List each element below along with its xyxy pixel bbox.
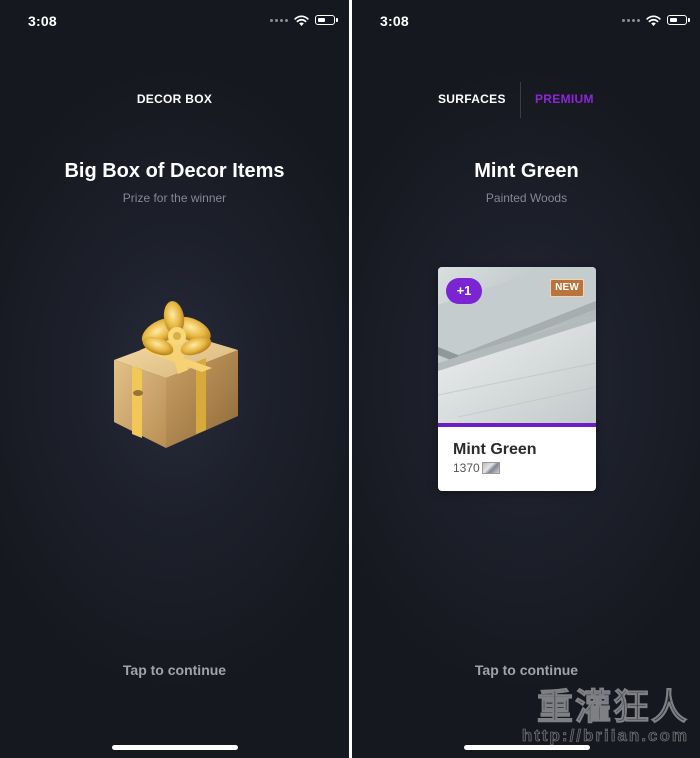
- item-subtitle: Painted Woods: [485, 191, 568, 205]
- item-card[interactable]: +1 NEW Mint Green 1370: [438, 267, 596, 491]
- decor-box-screen[interactable]: 3:08 DECOR BOX Big Box of Decor Items Pr…: [0, 0, 349, 758]
- signal-icon: [622, 18, 640, 22]
- premium-stripe: [438, 423, 596, 427]
- texture-swatch-icon: [481, 462, 500, 474]
- count-badge: +1: [446, 278, 482, 304]
- card-price: 1370: [453, 461, 500, 475]
- tab-surfaces[interactable]: SURFACES: [438, 92, 506, 106]
- category-tabs: SURFACES PREMIUM: [352, 82, 700, 118]
- tap-to-continue[interactable]: Tap to continue: [352, 662, 700, 678]
- home-indicator[interactable]: [112, 745, 238, 750]
- card-item-name: Mint Green: [453, 441, 537, 458]
- status-bar: 3:08: [0, 0, 349, 42]
- status-time: 3:08: [28, 13, 57, 29]
- tab-separator: [520, 82, 521, 118]
- tab-premium[interactable]: PREMIUM: [535, 92, 594, 106]
- watermark-text: 重灌狂人: [536, 686, 689, 727]
- wifi-icon: [646, 14, 661, 26]
- new-badge: NEW: [550, 279, 584, 297]
- status-bar: 3:08: [352, 0, 700, 42]
- signal-icon: [270, 18, 288, 22]
- gift-box-icon[interactable]: [100, 298, 250, 454]
- prize-title: Big Box of Decor Items: [64, 160, 285, 182]
- status-time: 3:08: [380, 13, 409, 29]
- watermark-url: http://briian.com: [521, 726, 689, 746]
- item-title: Mint Green: [474, 160, 579, 182]
- watermark: 重灌狂人 http://briian.com: [521, 686, 689, 746]
- status-icons: [622, 13, 690, 27]
- battery-icon: [315, 15, 338, 25]
- reward-screen[interactable]: 3:08 SURFACES PREMIUM Mint Green Painted…: [352, 0, 700, 758]
- screen-header: DECOR BOX: [136, 92, 213, 106]
- tap-to-continue[interactable]: Tap to continue: [0, 662, 349, 678]
- battery-icon: [667, 15, 690, 25]
- status-icons: [270, 13, 338, 27]
- prize-subtitle: Prize for the winner: [122, 191, 227, 205]
- card-price-value: 1370: [453, 461, 480, 475]
- wifi-icon: [294, 14, 309, 26]
